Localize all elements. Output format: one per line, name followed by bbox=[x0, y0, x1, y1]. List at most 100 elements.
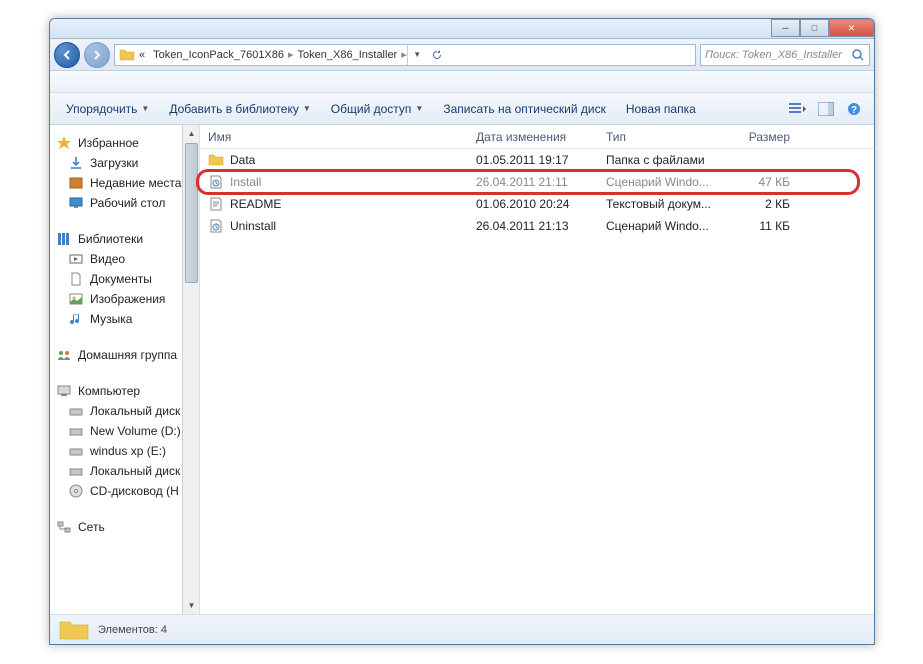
back-button[interactable] bbox=[54, 42, 80, 68]
sidebar-item-cdrom[interactable]: CD-дисковод (H bbox=[54, 481, 195, 501]
file-list: Имя Дата изменения Тип Размер Data 01.05.… bbox=[200, 125, 874, 614]
column-type[interactable]: Тип bbox=[598, 130, 728, 144]
file-date: 26.04.2011 21:11 bbox=[468, 175, 598, 189]
file-size: 47 КБ bbox=[728, 175, 798, 189]
content-area: Избранное Загрузки Недавние места Рабочи… bbox=[50, 125, 874, 614]
folder-icon bbox=[208, 152, 224, 168]
status-text: Элементов: 4 bbox=[98, 624, 167, 636]
scroll-up-icon[interactable]: ▲ bbox=[183, 125, 200, 142]
sidebar-item-downloads[interactable]: Загрузки bbox=[54, 153, 195, 173]
drive-icon bbox=[68, 403, 84, 419]
file-date: 01.06.2010 20:24 bbox=[468, 197, 598, 211]
music-icon bbox=[68, 311, 84, 327]
breadcrumb-item[interactable]: Token_X86_Installer bbox=[294, 49, 402, 61]
recent-icon bbox=[68, 175, 84, 191]
folder-icon bbox=[58, 618, 90, 642]
sidebar-item-drive[interactable]: Локальный диск bbox=[54, 461, 195, 481]
sidebar-network-header[interactable]: Сеть bbox=[54, 517, 195, 537]
script-icon bbox=[208, 218, 224, 234]
refresh-button[interactable] bbox=[427, 49, 447, 61]
refresh-icon bbox=[431, 49, 443, 61]
file-type: Папка с файлами bbox=[598, 153, 728, 167]
download-icon bbox=[68, 155, 84, 171]
sidebar-item-drive[interactable]: Локальный диск bbox=[54, 401, 195, 421]
organize-button[interactable]: Упорядочить▼ bbox=[58, 98, 157, 120]
titlebar[interactable]: ─ □ ✕ bbox=[50, 19, 874, 39]
scroll-down-icon[interactable]: ▼ bbox=[183, 597, 200, 614]
share-button[interactable]: Общий доступ▼ bbox=[323, 98, 432, 120]
file-date: 26.04.2011 21:13 bbox=[468, 219, 598, 233]
sidebar-item-documents[interactable]: Документы bbox=[54, 269, 195, 289]
column-headers: Имя Дата изменения Тип Размер bbox=[200, 125, 874, 149]
column-date[interactable]: Дата изменения bbox=[468, 130, 598, 144]
sidebar-favorites-header[interactable]: Избранное bbox=[54, 133, 195, 153]
breadcrumb-dropdown[interactable]: ▼ bbox=[407, 45, 427, 65]
text-icon bbox=[208, 196, 224, 212]
desktop-icon bbox=[68, 195, 84, 211]
sidebar-item-desktop[interactable]: Рабочий стол bbox=[54, 193, 195, 213]
help-button[interactable]: ? bbox=[842, 97, 866, 121]
scroll-thumb[interactable] bbox=[185, 143, 198, 283]
file-type: Текстовый докум... bbox=[598, 197, 728, 211]
file-name: Uninstall bbox=[230, 219, 276, 233]
file-name: README bbox=[230, 197, 281, 211]
close-button[interactable]: ✕ bbox=[829, 19, 874, 37]
sidebar-item-recent[interactable]: Недавние места bbox=[54, 173, 195, 193]
file-type: Сценарий Windo... bbox=[598, 219, 728, 233]
chevron-down-icon: ▼ bbox=[415, 104, 423, 113]
burn-button[interactable]: Записать на оптический диск bbox=[435, 98, 614, 120]
sidebar-scrollbar[interactable]: ▲ ▼ bbox=[182, 125, 199, 614]
star-icon bbox=[56, 135, 72, 151]
search-input[interactable]: Поиск: Token_X86_Installer bbox=[700, 44, 870, 66]
preview-pane-button[interactable] bbox=[814, 97, 838, 121]
library-icon bbox=[56, 231, 72, 247]
drive-icon bbox=[68, 463, 84, 479]
video-icon bbox=[68, 251, 84, 267]
sidebar-item-drive[interactable]: New Volume (D:) bbox=[54, 421, 195, 441]
window-controls: ─ □ ✕ bbox=[771, 19, 874, 37]
script-icon bbox=[208, 174, 224, 190]
file-row[interactable]: README 01.06.2010 20:24Текстовый докум...… bbox=[200, 193, 874, 215]
file-row[interactable]: Uninstall 26.04.2011 21:13Сценарий Windo.… bbox=[200, 215, 874, 237]
navbar: « Token_IconPack_7601X86 ▸ Token_X86_Ins… bbox=[50, 39, 874, 71]
homegroup-icon bbox=[56, 347, 72, 363]
breadcrumb[interactable]: « Token_IconPack_7601X86 ▸ Token_X86_Ins… bbox=[114, 44, 696, 66]
minimize-button[interactable]: ─ bbox=[771, 19, 800, 37]
search-icon bbox=[851, 48, 865, 62]
column-size[interactable]: Размер bbox=[728, 130, 798, 144]
maximize-button[interactable]: □ bbox=[800, 19, 829, 37]
sidebar-item-images[interactable]: Изображения bbox=[54, 289, 195, 309]
view-icon bbox=[789, 102, 807, 116]
sidebar-item-video[interactable]: Видео bbox=[54, 249, 195, 269]
svg-text:?: ? bbox=[851, 105, 857, 116]
new-folder-button[interactable]: Новая папка bbox=[618, 98, 704, 120]
view-options-button[interactable] bbox=[786, 97, 810, 121]
file-row[interactable]: Data 01.05.2011 19:17Папка с файлами bbox=[200, 149, 874, 171]
file-name: Data bbox=[230, 153, 255, 167]
file-date: 01.05.2011 19:17 bbox=[468, 153, 598, 167]
sidebar-item-music[interactable]: Музыка bbox=[54, 309, 195, 329]
folder-icon bbox=[119, 47, 135, 63]
arrow-right-icon bbox=[91, 49, 103, 61]
sidebar-libraries-header[interactable]: Библиотеки bbox=[54, 229, 195, 249]
sidebar-item-drive[interactable]: windus xp (E:) bbox=[54, 441, 195, 461]
chevron-down-icon: ▼ bbox=[141, 104, 149, 113]
add-to-library-button[interactable]: Добавить в библиотеку▼ bbox=[161, 98, 318, 120]
computer-icon bbox=[56, 383, 72, 399]
cd-icon bbox=[68, 483, 84, 499]
document-icon bbox=[68, 271, 84, 287]
network-icon bbox=[56, 519, 72, 535]
breadcrumb-item[interactable]: Token_IconPack_7601X86 bbox=[149, 49, 288, 61]
sidebar-homegroup-header[interactable]: Домашняя группа bbox=[54, 345, 195, 365]
file-size: 2 КБ bbox=[728, 197, 798, 211]
explorer-window: ─ □ ✕ « Token_IconPack_7601X86 ▸ Token_X… bbox=[49, 18, 875, 645]
help-icon: ? bbox=[847, 102, 861, 116]
forward-button[interactable] bbox=[84, 42, 110, 68]
sidebar: Избранное Загрузки Недавние места Рабочи… bbox=[50, 125, 200, 614]
pane-icon bbox=[818, 102, 834, 116]
column-name[interactable]: Имя bbox=[200, 130, 468, 144]
sidebar-computer-header[interactable]: Компьютер bbox=[54, 381, 195, 401]
image-icon bbox=[68, 291, 84, 307]
menubar bbox=[50, 71, 874, 93]
file-row[interactable]: Install26.04.2011 21:11Сценарий Windo...… bbox=[200, 171, 874, 193]
